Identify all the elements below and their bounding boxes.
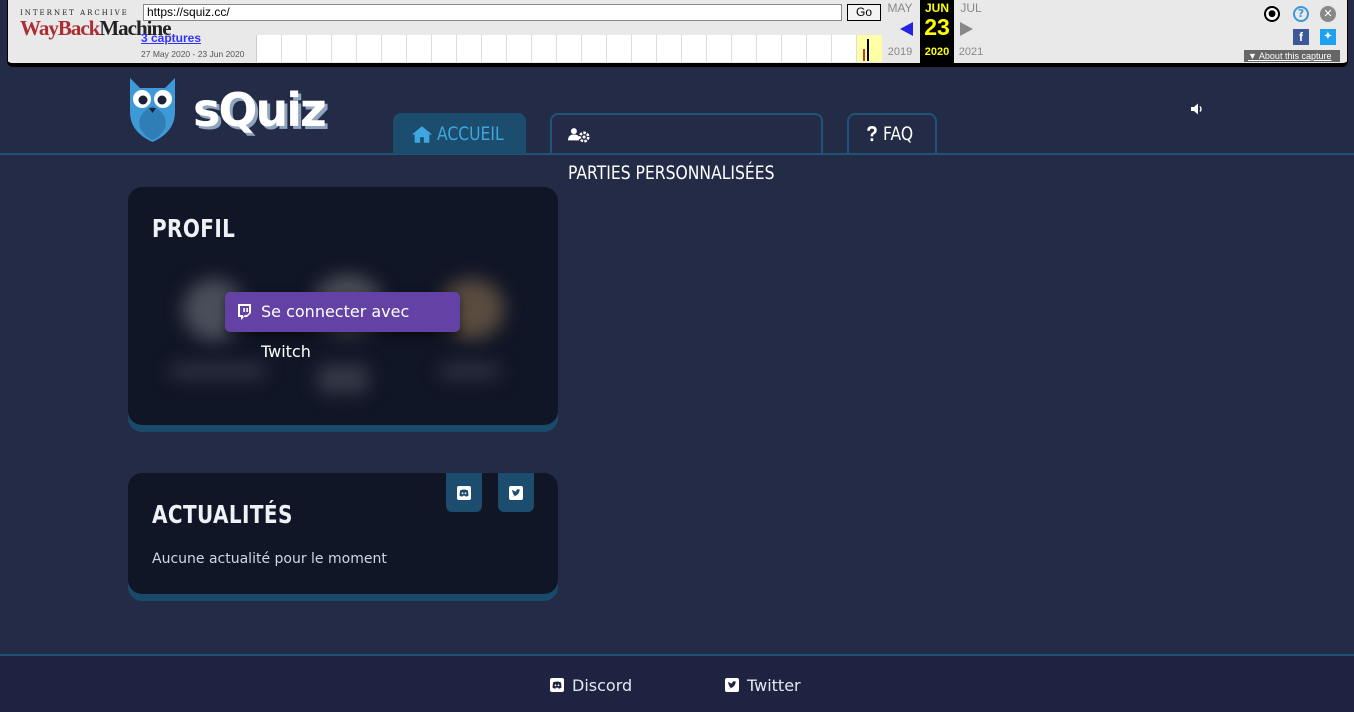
footer-twitter-link[interactable]: Twitter	[725, 676, 801, 695]
next-month: JUL	[960, 1, 982, 15]
question-icon	[867, 125, 877, 142]
tab-parties-label: PARTIES PERSONNALISÉES	[568, 162, 775, 184]
discord-icon	[550, 678, 564, 692]
footer-discord-link[interactable]: Discord	[550, 676, 633, 695]
current-day: 23	[924, 14, 950, 40]
tab-faq-label: FAQ	[883, 123, 914, 145]
news-title: ACTUALITÉS	[152, 500, 293, 529]
footer-discord-label: Discord	[572, 676, 633, 695]
close-icon[interactable]: ✕	[1320, 6, 1336, 22]
sparkline-capture-mark	[863, 49, 865, 61]
prev-year: 2019	[887, 46, 913, 58]
blurred-text	[440, 365, 500, 377]
profile-title: PROFIL	[152, 214, 236, 243]
prev-month: MAY	[887, 1, 913, 15]
facebook-icon[interactable]: f	[1293, 29, 1309, 45]
sparkline-capture-mark	[867, 39, 869, 61]
news-empty-text: Aucune actualité pour le moment	[152, 551, 387, 567]
go-button[interactable]: Go	[847, 4, 881, 21]
site-brand[interactable]: sQuiz	[193, 82, 327, 138]
current-year: 2020	[924, 46, 950, 58]
logo-wordmark: WayBackMachine	[20, 16, 172, 40]
news-card: ACTUALITÉS Aucune actualité pour le mome…	[128, 473, 558, 594]
wayback-toolbar: INTERNET ARCHIVE WayBackMachine https://…	[7, 0, 1348, 67]
twitch-login-button[interactable]: Se connecter avec Twitch	[225, 292, 460, 361]
next-year: 2021	[958, 46, 984, 58]
captures-link[interactable]: 3 captures	[141, 31, 201, 45]
prev-capture-arrow-icon[interactable]	[900, 22, 913, 36]
owl-logo-icon[interactable]	[126, 76, 179, 142]
tab-faq[interactable]: FAQ	[847, 113, 937, 154]
users-gear-icon	[568, 128, 590, 143]
volume-icon[interactable]	[1190, 102, 1204, 116]
next-capture-arrow-icon[interactable]	[960, 22, 973, 36]
twitter-icon[interactable]: ✦	[1320, 29, 1336, 45]
capture-sparkline[interactable]	[256, 35, 882, 62]
url-input[interactable]: https://squiz.cc/	[143, 4, 842, 21]
discord-button[interactable]	[446, 473, 482, 512]
wayback-logo[interactable]: INTERNET ARCHIVE WayBackMachine	[20, 9, 172, 40]
blurred-text	[170, 365, 266, 377]
home-icon	[411, 126, 433, 143]
tab-accueil[interactable]: ACCUEIL	[393, 113, 526, 154]
twitter-button[interactable]	[498, 473, 534, 512]
blurred-text	[318, 365, 368, 393]
current-month: JUN	[924, 1, 949, 15]
twitter-icon	[725, 678, 739, 692]
capture-date-range: 27 May 2020 - 23 Jun 2020	[141, 49, 245, 59]
site-footer: Discord Twitter	[0, 654, 1354, 712]
current-capture-date: JUN 23 2020	[920, 0, 954, 63]
help-icon[interactable]: ?	[1293, 6, 1309, 22]
footer-twitter-label: Twitter	[747, 676, 801, 695]
about-capture-link[interactable]: ▼ About this capture	[1244, 50, 1340, 62]
sparkline-current-highlight	[857, 35, 882, 62]
tab-accueil-label: ACCUEIL	[437, 123, 504, 145]
user-icon[interactable]: ●	[1264, 6, 1280, 22]
twitter-icon	[509, 486, 523, 500]
twitch-icon	[238, 304, 251, 320]
profile-card: PROFIL Se connecter avec Twitch	[128, 187, 558, 425]
tab-parties-personnalisees[interactable]: PARTIES PERSONNALISÉES	[550, 113, 823, 184]
discord-icon	[457, 486, 471, 500]
twitch-login-label: Se connecter avec Twitch	[261, 302, 410, 361]
